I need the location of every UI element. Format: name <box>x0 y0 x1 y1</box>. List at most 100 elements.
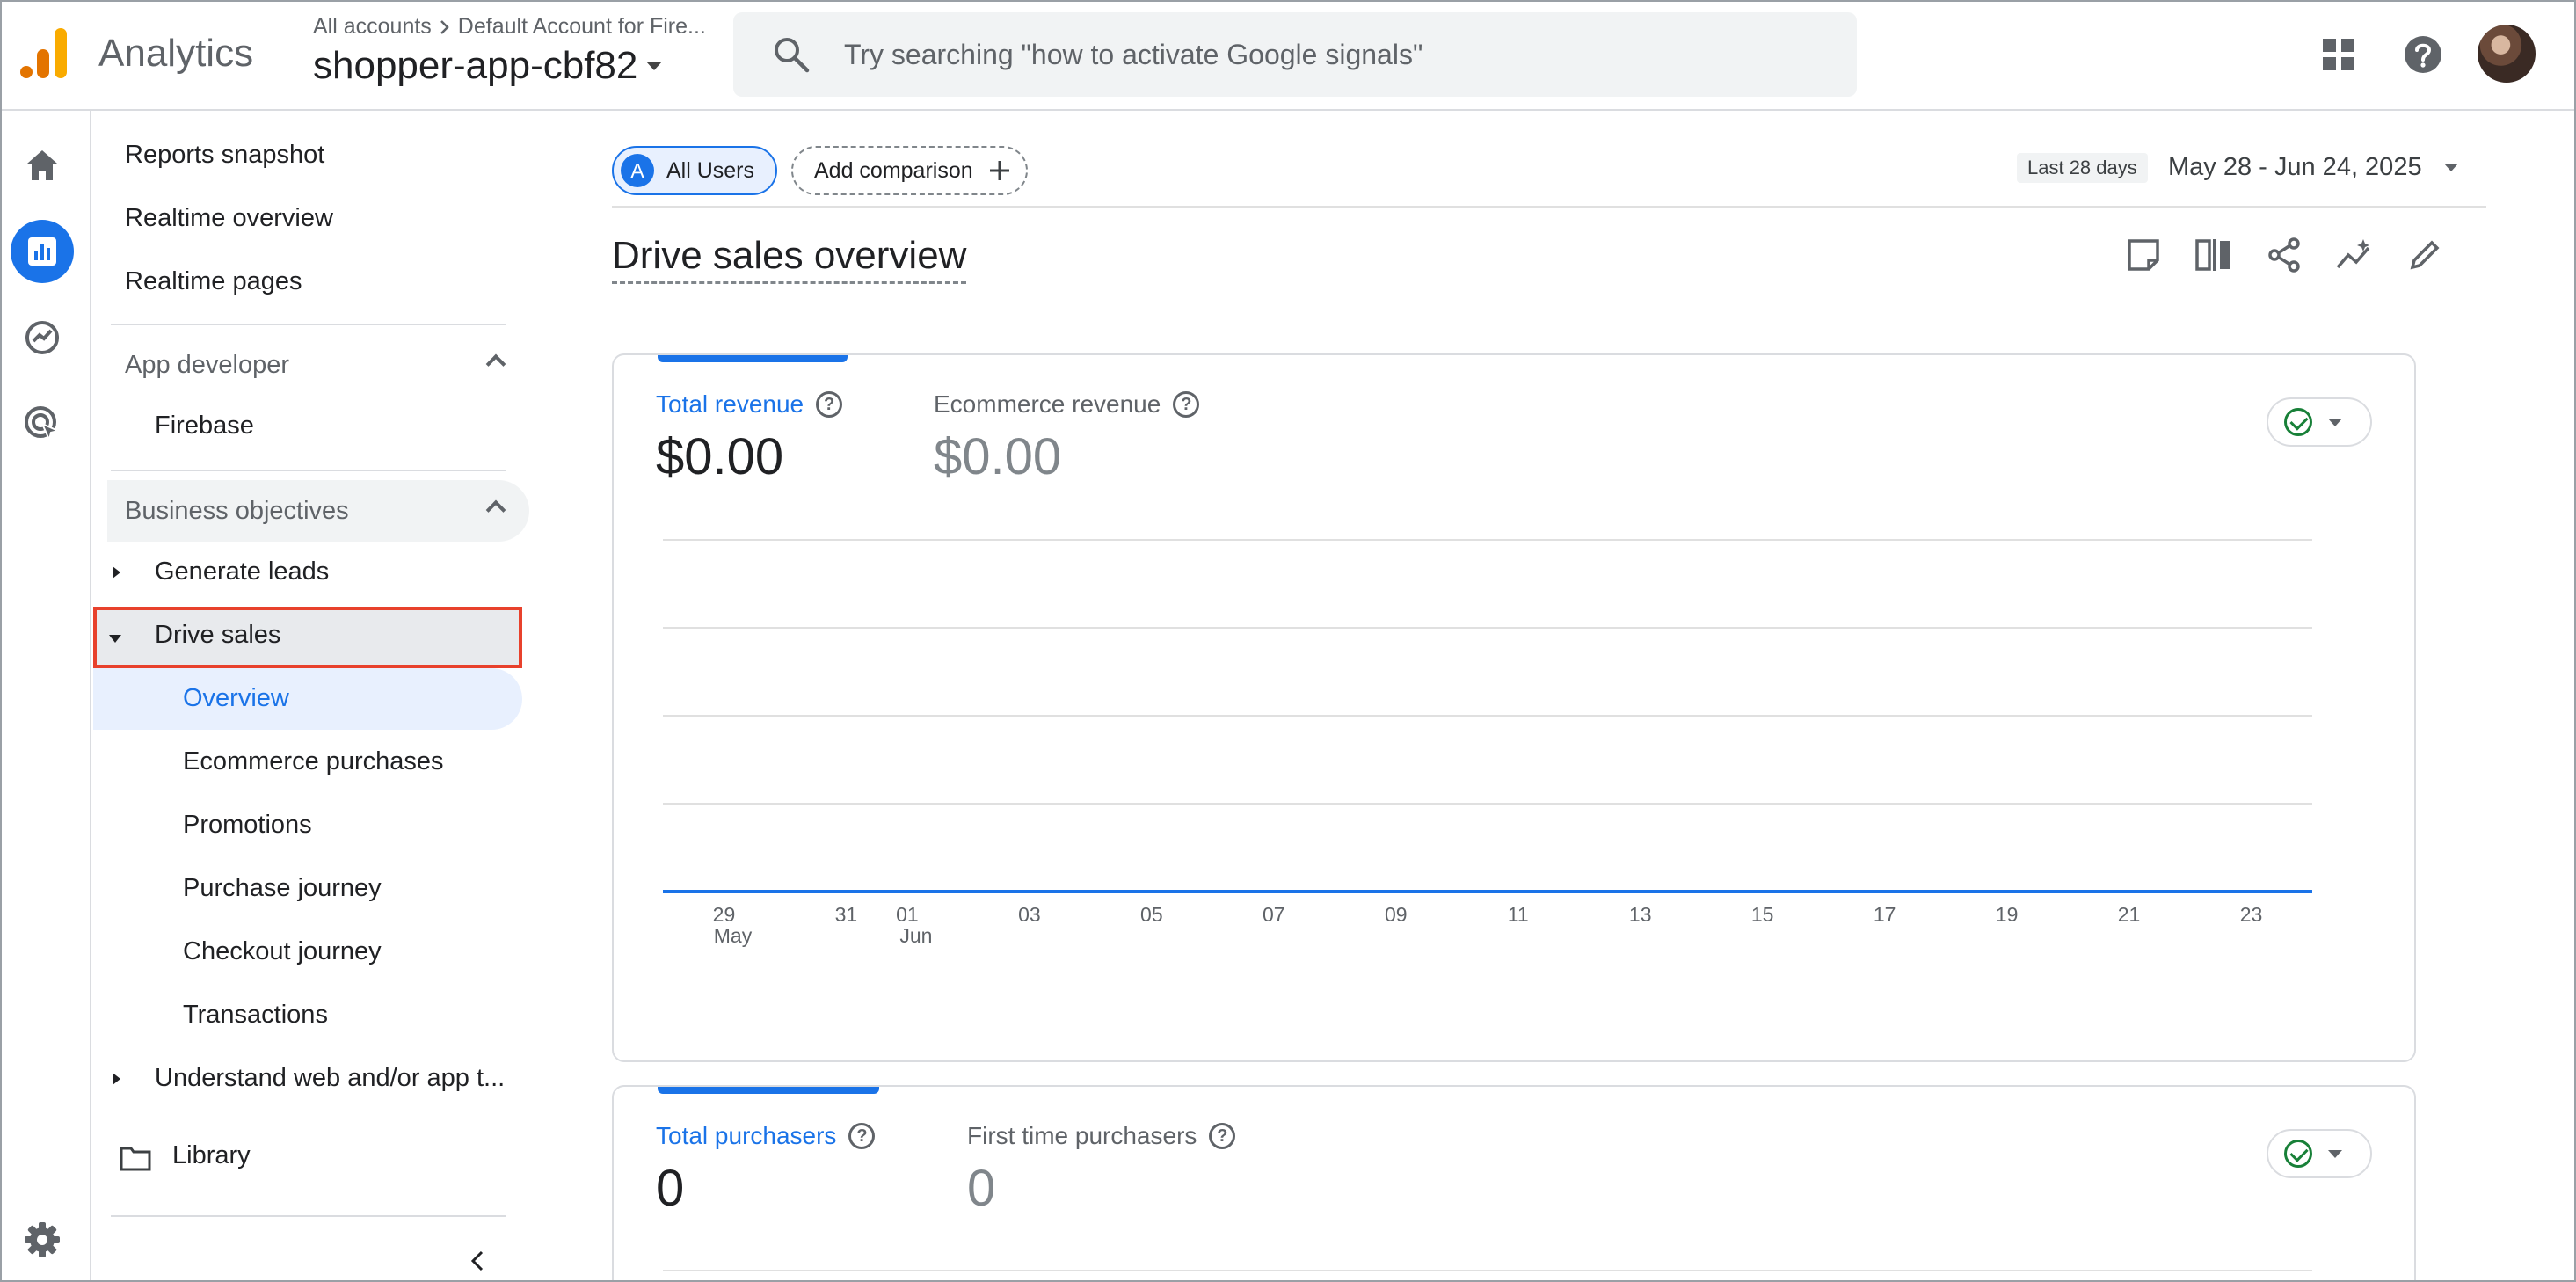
divider <box>612 206 2486 208</box>
date-preset-label[interactable]: Last 28 days <box>2017 153 2148 183</box>
x-tick-label: 29 <box>713 903 736 926</box>
nav-overview[interactable]: Overview <box>183 684 289 713</box>
property-selector[interactable]: shopper-app-cbf82 <box>313 44 663 88</box>
settings-icon <box>25 1222 60 1257</box>
segment-label: All Users <box>666 157 755 183</box>
reports-nav: Reports snapshot Realtime overview Realt… <box>93 111 550 1280</box>
expand-arrow-icon[interactable] <box>113 1073 120 1085</box>
nav-library[interactable]: Library <box>172 1141 251 1170</box>
x-tick-label: 05 <box>1140 903 1163 926</box>
plus-icon <box>989 161 1009 180</box>
collapse-nav-icon[interactable] <box>468 1250 489 1271</box>
metric-value: 0 <box>967 1160 996 1217</box>
expand-arrow-icon[interactable] <box>113 566 120 579</box>
analytics-logo-icon[interactable] <box>19 28 69 79</box>
breadcrumb-accounts[interactable]: All accounts <box>313 14 432 40</box>
nav-transactions[interactable]: Transactions <box>183 1001 328 1030</box>
x-tick-label: 13 <box>1629 903 1652 926</box>
check-circle-icon <box>2284 1140 2312 1168</box>
nav-realtime-overview[interactable]: Realtime overview <box>125 204 333 233</box>
explore-button[interactable] <box>11 306 74 369</box>
nav-section-app-developer[interactable]: App developer <box>107 334 529 396</box>
help-icon[interactable]: ? <box>848 1123 876 1149</box>
metric-value: 0 <box>656 1160 685 1217</box>
nav-purchase-journey[interactable]: Purchase journey <box>183 874 382 903</box>
search-bar[interactable] <box>733 12 1857 97</box>
advertising-icon <box>25 406 62 443</box>
section-label: Business objectives <box>125 496 349 525</box>
nav-understand[interactable]: Understand web and/or app t... <box>155 1064 505 1093</box>
note-button[interactable] <box>2119 230 2168 280</box>
card-accent <box>658 1087 879 1094</box>
compare-button[interactable] <box>2189 230 2238 280</box>
x-tick-label: 15 <box>1751 903 1774 926</box>
x-tick-label: 11 <box>1508 903 1529 926</box>
x-tick-label: 23 <box>2240 903 2263 926</box>
add-comparison-button[interactable]: Add comparison <box>791 146 1028 195</box>
insights-icon <box>2336 239 2370 269</box>
nav-overview-row[interactable] <box>93 668 522 730</box>
main-content: A All Users Add comparison Last 28 days … <box>552 111 2565 1280</box>
nav-generate-leads[interactable]: Generate leads <box>155 557 329 586</box>
chevron-up-icon <box>485 353 506 375</box>
status-menu-button[interactable] <box>2267 1129 2372 1178</box>
reports-icon <box>28 237 56 266</box>
nav-reports-snapshot[interactable]: Reports snapshot <box>125 141 324 170</box>
advertising-button[interactable] <box>11 392 74 455</box>
home-button[interactable] <box>11 134 74 197</box>
segment-badge: A <box>621 154 654 187</box>
section-label: App developer <box>125 350 290 379</box>
x-tick-label: 31 <box>835 903 858 926</box>
metric-label: First time purchasers <box>967 1122 1197 1149</box>
apps-grid-icon <box>2323 39 2354 70</box>
search-icon <box>775 38 810 73</box>
compare-columns-icon <box>2195 239 2230 271</box>
share-button[interactable] <box>2259 230 2309 280</box>
note-icon <box>2128 239 2159 271</box>
caret-down-icon <box>2328 1149 2342 1158</box>
page-title[interactable]: Drive sales overview <box>612 234 967 284</box>
avatar[interactable] <box>2478 25 2536 83</box>
collapse-arrow-icon[interactable] <box>109 635 121 643</box>
x-tick-label: 01 <box>896 903 919 926</box>
x-tick-label: 19 <box>1996 903 2019 926</box>
chevron-up-icon <box>485 499 506 521</box>
settings-button[interactable] <box>11 1208 74 1271</box>
revenue-card: Total revenue ? $0.00 Ecommerce revenue … <box>612 353 2416 1062</box>
divider <box>111 1215 506 1217</box>
divider <box>111 324 506 325</box>
breadcrumb[interactable]: All accounts Default Account for Fire... <box>313 14 706 40</box>
metric-total-purchasers[interactable]: Total purchasers ? 0 <box>656 1122 876 1218</box>
x-tick-month-label: Jun <box>899 924 932 947</box>
home-icon <box>27 150 57 180</box>
apps-grid-button[interactable] <box>2312 28 2365 81</box>
nav-ecommerce-purchases[interactable]: Ecommerce purchases <box>183 747 444 776</box>
nav-drive-sales[interactable]: Drive sales <box>155 621 280 650</box>
nav-firebase[interactable]: Firebase <box>155 412 254 441</box>
insights-button[interactable] <box>2330 230 2379 280</box>
nav-realtime-pages[interactable]: Realtime pages <box>125 267 302 296</box>
edit-button[interactable] <box>2400 230 2449 280</box>
nav-section-business-objectives[interactable]: Business objectives <box>107 480 529 542</box>
help-icon <box>2405 36 2441 73</box>
nav-checkout-journey[interactable]: Checkout journey <box>183 937 382 966</box>
breadcrumb-account[interactable]: Default Account for Fire... <box>458 14 706 40</box>
help-button[interactable] <box>2397 28 2449 81</box>
divider <box>111 470 506 471</box>
date-range[interactable]: May 28 - Jun 24, 2025 <box>2168 153 2422 182</box>
caret-down-icon <box>646 62 663 70</box>
revenue-line-chart: 29May 31 01Jun 03 05 07 09 11 13 15 17 19 21 23 <box>663 539 2312 947</box>
x-tick-label: 03 <box>1018 903 1041 926</box>
top-bar: Analytics All accounts Default Account f… <box>2 2 2574 111</box>
reports-button[interactable] <box>11 220 74 283</box>
add-comparison-label: Add comparison <box>814 157 973 183</box>
gridline <box>663 1270 2312 1271</box>
app-window: Analytics All accounts Default Account f… <box>0 0 2576 1282</box>
property-name: shopper-app-cbf82 <box>313 44 638 87</box>
nav-promotions[interactable]: Promotions <box>183 811 312 840</box>
help-icon[interactable]: ? <box>1209 1123 1236 1149</box>
caret-down-icon[interactable] <box>2444 164 2458 171</box>
search-input[interactable] <box>844 30 1811 79</box>
metric-first-time-purchasers[interactable]: First time purchasers ? 0 <box>967 1122 1236 1218</box>
segment-chip[interactable]: A All Users <box>612 146 778 195</box>
